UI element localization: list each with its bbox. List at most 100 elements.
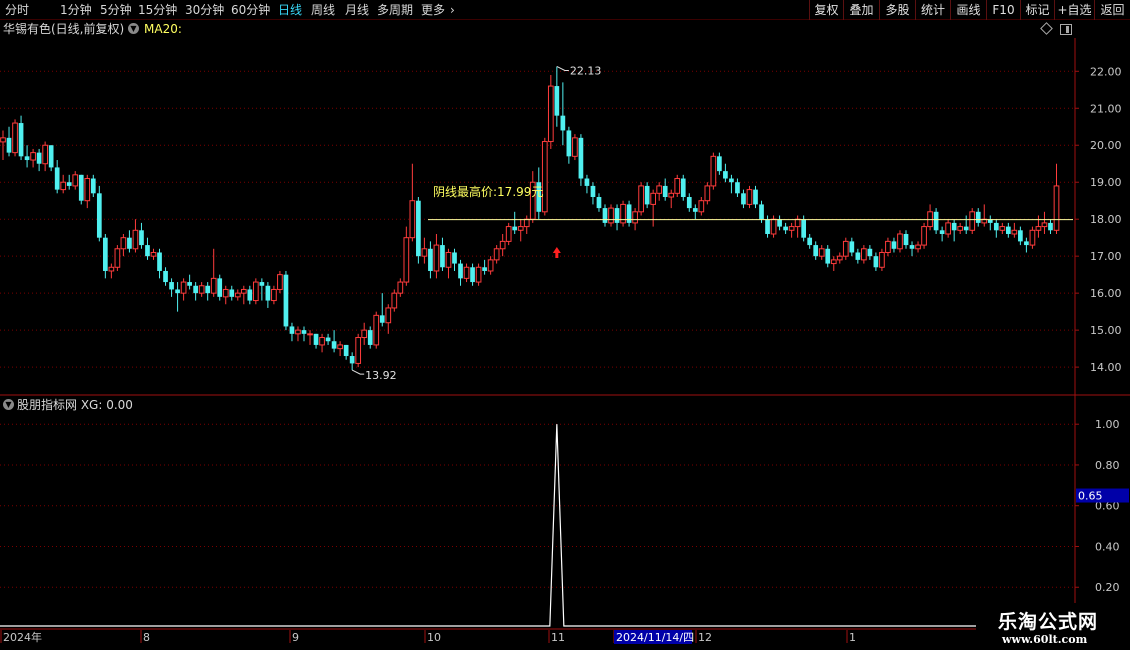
candle xyxy=(566,130,572,157)
candle xyxy=(222,288,229,298)
candle xyxy=(638,185,644,213)
date-axis-label: 1 xyxy=(849,631,856,644)
candle xyxy=(717,156,722,172)
candle xyxy=(180,281,187,294)
candle xyxy=(145,245,150,257)
low-marker-line xyxy=(351,369,365,375)
price-axis-label: 15.00 xyxy=(1090,324,1122,337)
candle xyxy=(198,285,205,294)
candle xyxy=(590,185,596,198)
candle xyxy=(367,330,373,345)
candle xyxy=(175,289,180,294)
candle xyxy=(602,208,608,223)
candle xyxy=(157,252,162,271)
candle xyxy=(36,152,42,164)
candle xyxy=(969,211,976,231)
candle xyxy=(283,274,289,327)
candle xyxy=(957,226,964,231)
candle xyxy=(355,337,362,364)
candle xyxy=(187,282,192,286)
candle xyxy=(487,259,494,272)
watermark: 乐淘公式网 www.60lt.com xyxy=(976,603,1130,650)
candle xyxy=(818,248,825,257)
indicator-axis-label: 0.40 xyxy=(1095,540,1120,553)
candle xyxy=(680,178,686,198)
candle xyxy=(470,267,475,283)
candle xyxy=(746,189,753,205)
price-axis-label: 19.00 xyxy=(1090,176,1122,189)
candle xyxy=(620,203,626,224)
candle xyxy=(265,285,271,301)
candle xyxy=(379,315,385,323)
candle xyxy=(614,208,620,223)
candle xyxy=(385,307,392,324)
candle xyxy=(710,155,717,187)
candle xyxy=(855,252,861,260)
candle xyxy=(1035,226,1042,231)
date-cursor-label: 2024/11/14/四 xyxy=(616,631,694,644)
candle xyxy=(897,233,903,250)
candle xyxy=(421,248,428,257)
candle xyxy=(210,277,217,294)
candle xyxy=(554,86,560,116)
candle xyxy=(656,185,663,194)
candle xyxy=(674,178,681,194)
candle xyxy=(704,185,711,202)
candle xyxy=(217,278,223,297)
candle xyxy=(951,222,957,231)
candle xyxy=(391,292,398,309)
candle xyxy=(0,137,6,143)
candle xyxy=(608,207,614,224)
candle xyxy=(114,248,121,268)
candle xyxy=(517,226,524,231)
candle xyxy=(349,356,355,364)
candle xyxy=(127,237,132,249)
candle xyxy=(729,178,734,183)
candle xyxy=(794,218,801,228)
candle xyxy=(1024,241,1029,246)
candle xyxy=(102,237,108,271)
candle xyxy=(523,218,530,228)
candle xyxy=(885,240,891,253)
candle xyxy=(247,289,253,301)
candle xyxy=(842,240,849,257)
indicator-line xyxy=(0,424,1075,627)
candle xyxy=(1041,222,1048,228)
candle xyxy=(475,266,482,283)
candle xyxy=(428,248,433,271)
candle xyxy=(289,326,295,334)
candle xyxy=(867,248,873,257)
date-axis-label: 10 xyxy=(427,631,441,644)
candle xyxy=(541,141,548,213)
candle xyxy=(169,282,174,290)
candle xyxy=(295,329,301,335)
candle xyxy=(770,218,777,235)
reference-annotation: 阴线最高价:17.99元 xyxy=(433,184,543,199)
indicator-axis-label: 1.00 xyxy=(1095,418,1120,431)
candle xyxy=(205,285,211,294)
candle xyxy=(96,193,102,238)
candle xyxy=(993,222,999,231)
candle xyxy=(753,189,758,205)
candle xyxy=(301,330,307,334)
candle xyxy=(193,285,198,294)
candle xyxy=(482,267,487,271)
candle xyxy=(18,123,24,157)
candle xyxy=(60,181,67,191)
candle xyxy=(409,200,416,239)
candle xyxy=(132,229,139,250)
candle xyxy=(788,226,795,231)
candle xyxy=(416,200,421,257)
candle xyxy=(150,251,157,257)
candle xyxy=(692,208,698,212)
candle xyxy=(512,226,518,231)
candle xyxy=(915,244,921,250)
candle xyxy=(259,282,265,286)
candle xyxy=(72,174,79,187)
candle xyxy=(909,245,915,249)
indicator-axis-label: 0.20 xyxy=(1095,581,1120,594)
candle xyxy=(499,240,506,250)
candle xyxy=(560,115,566,131)
chart-canvas[interactable]: 22.00 21.00 20.00 19.00 18.00 17.00 16.00 15.00… xyxy=(0,0,1130,650)
candle xyxy=(397,281,404,294)
